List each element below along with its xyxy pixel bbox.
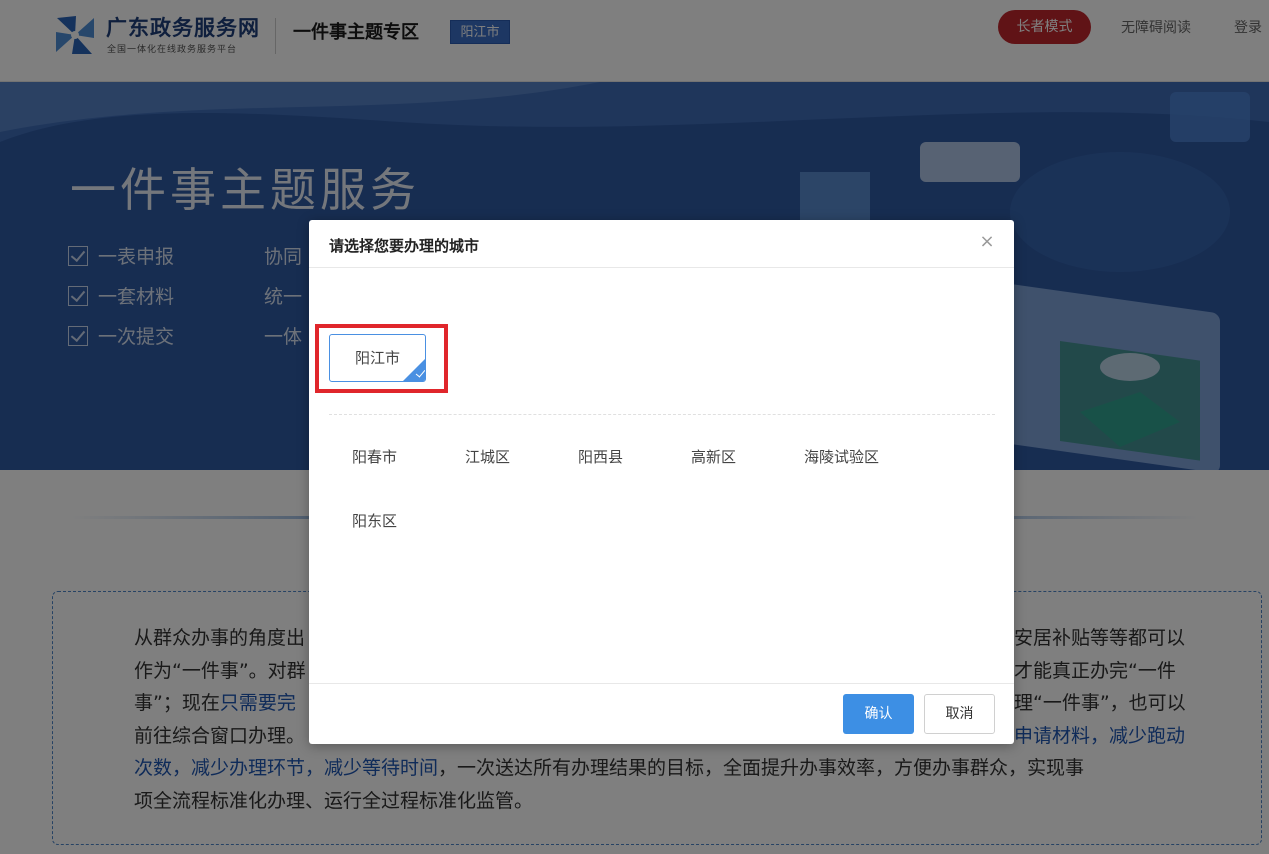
close-icon[interactable]: × [977,232,997,252]
district-option[interactable]: 高新区 [691,446,736,467]
district-option[interactable]: 阳春市 [352,446,397,467]
dialog-title: 请选择您要办理的城市 [329,237,480,255]
district-option[interactable]: 江城区 [465,446,510,467]
city-select-dialog: 请选择您要办理的城市 × 阳江市 阳春市 江城区 阳西县 高新区 海陵试验区 阳… [309,220,1014,744]
confirm-button[interactable]: 确认 [843,694,914,734]
dialog-header-divider [309,267,1014,268]
dialog-section-divider [329,414,995,415]
highlight-annotation-box [315,324,448,393]
dialog-footer-divider [309,683,1014,684]
district-option[interactable]: 海陵试验区 [804,446,879,467]
district-option[interactable]: 阳东区 [352,510,397,531]
district-option[interactable]: 阳西县 [578,446,623,467]
cancel-button[interactable]: 取消 [924,694,995,734]
